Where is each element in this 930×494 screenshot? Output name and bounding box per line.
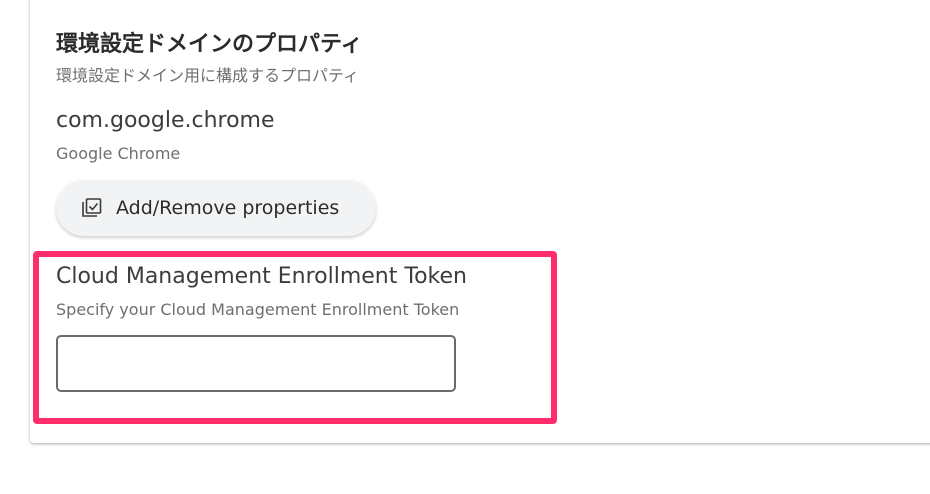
checklist-icon [80, 196, 104, 220]
section-subtitle: 環境設定ドメイン用に構成するプロパティ [56, 66, 360, 85]
enrollment-token-title: Cloud Management Enrollment Token [56, 264, 467, 289]
add-remove-properties-label: Add/Remove properties [116, 197, 340, 219]
domain-description: Google Chrome [56, 144, 181, 163]
enrollment-token-description: Specify your Cloud Management Enrollment… [56, 300, 460, 319]
add-remove-properties-button[interactable]: Add/Remove properties [56, 180, 376, 236]
domain-name: com.google.chrome [56, 108, 275, 133]
section-title: 環境設定ドメインのプロパティ [56, 32, 363, 57]
enrollment-token-input[interactable] [56, 335, 456, 392]
